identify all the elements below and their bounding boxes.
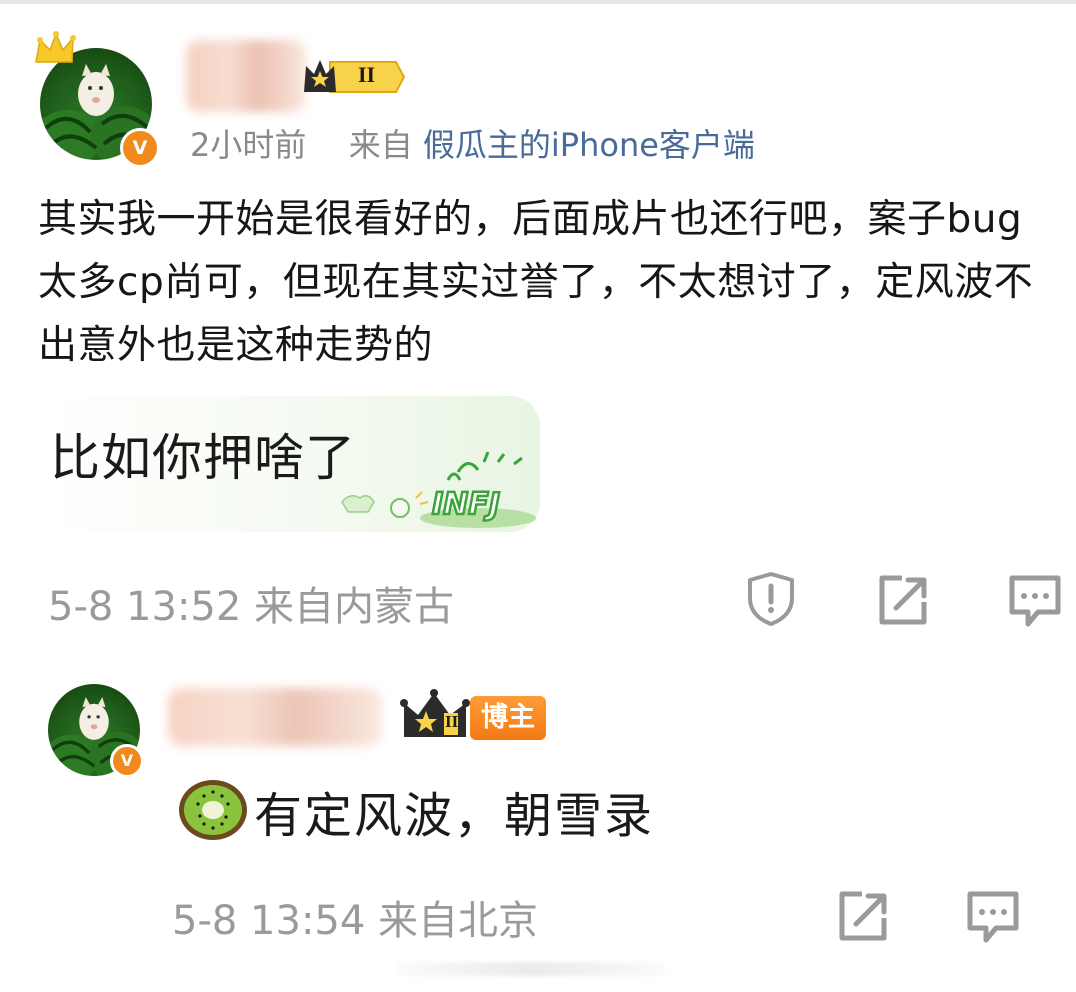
- share-icon[interactable]: [832, 886, 894, 948]
- infj-bubble-decoration-icon: INFJ: [341, 451, 536, 528]
- post-from-label: 来自: [348, 126, 413, 164]
- reply-text: 有定风波，朝雪录: [254, 788, 655, 844]
- username-blurred[interactable]: [186, 40, 306, 112]
- level-number: II: [358, 62, 376, 87]
- reply-time-location: 5-8 13:54 来自北京: [172, 898, 539, 944]
- reply-time-location: 5-8 13:52 来自内蒙古: [48, 584, 455, 630]
- crown-icon: [35, 31, 76, 63]
- share-icon[interactable]: [872, 570, 934, 632]
- blogger-tag: 博主: [470, 696, 546, 740]
- reply-text: 比如你押啥了: [50, 429, 356, 487]
- level-crown-icon: [400, 689, 470, 737]
- report-icon[interactable]: [740, 568, 802, 630]
- post-time: 2小时前: [190, 126, 307, 164]
- infj-logo-text: INFJ: [432, 487, 500, 522]
- verified-badge-icon: V: [110, 744, 144, 778]
- comment-icon[interactable]: [1004, 570, 1066, 632]
- post-meta: 2小时前 来自 假瓜主的iPhone客户端: [190, 120, 755, 166]
- username-blurred[interactable]: [168, 688, 382, 746]
- verified-badge-icon: V: [120, 128, 160, 168]
- comment-icon[interactable]: [962, 886, 1024, 948]
- weibo-comment-page: V II 2小时前 来自 假瓜主的iPhone客户端 其实我一开始是很看好的，后…: [0, 0, 1076, 992]
- kiwi-icon: [179, 780, 247, 840]
- level-badge[interactable]: II: [300, 56, 406, 98]
- level-crown-icon: [304, 60, 406, 93]
- top-divider: [0, 0, 1076, 4]
- level-number: II: [445, 712, 459, 731]
- post-client-link[interactable]: 假瓜主的iPhone客户端: [423, 126, 755, 164]
- blurred-bottom-bar: [396, 962, 666, 976]
- post-body-text: 其实我一开始是很看好的，后面成片也还行吧，案子bug太多cp尚可，但现在其实过誉…: [38, 197, 1034, 368]
